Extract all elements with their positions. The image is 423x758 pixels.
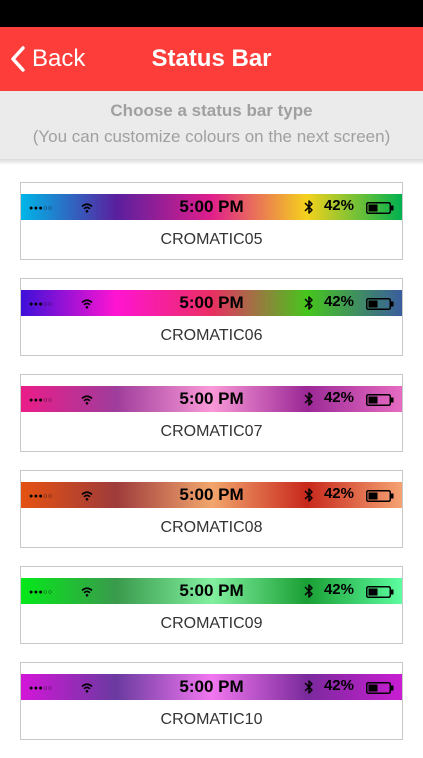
system-status-bar [0,0,423,27]
battery-icon [366,297,394,310]
option-label: CROMATIC07 [160,423,263,440]
status-bar-option[interactable]: ●●●○○ 5:00 PM 42% CROMATIC06 [20,278,403,356]
battery-icon [366,201,394,214]
battery-percent: 42% [323,677,354,694]
option-label: CROMATIC05 [160,231,263,248]
status-bar-preview: ●●●○○ 5:00 PM 42% [21,482,402,508]
instructions-subtext: (You can customize colours on the next s… [32,127,391,146]
option-label: CROMATIC08 [160,519,263,536]
instructions-heading: Choose a status bar type [110,101,313,120]
battery-icon [366,489,394,502]
option-label: CROMATIC10 [160,711,263,728]
battery-percent: 42% [323,485,354,502]
battery-percent: 42% [323,581,354,598]
status-bar-preview: ●●●○○ 5:00 PM 42% [21,194,402,220]
instructions-panel: Choose a status bar type (You can custom… [0,91,423,159]
battery-icon [366,681,394,694]
bluetooth-icon [304,199,314,220]
status-bar-preview: ●●●○○ 5:00 PM 42% [21,674,402,700]
status-bar-option[interactable]: ●●●○○ 5:00 PM 42% CROMATIC07 [20,374,403,452]
battery-percent: 42% [323,389,354,406]
status-bar-option[interactable]: ●●●○○ 5:00 PM 42% CROMATIC10 [20,662,403,740]
status-bar-option[interactable]: ●●●○○ 5:00 PM 42% CROMATIC09 [20,566,403,644]
option-label: CROMATIC06 [160,327,263,344]
battery-percent: 42% [323,293,354,310]
bluetooth-icon [304,295,314,316]
bluetooth-icon [304,391,314,412]
status-bar-option[interactable]: ●●●○○ 5:00 PM 42% CROMATIC08 [20,470,403,548]
battery-icon [366,585,394,598]
bluetooth-icon [304,487,314,508]
status-bar-preview: ●●●○○ 5:00 PM 42% [21,290,402,316]
bluetooth-icon [304,679,314,700]
battery-icon [366,393,394,406]
bluetooth-icon [304,583,314,604]
battery-percent: 42% [323,197,354,214]
status-bar-type-list: ●●●○○ 5:00 PM 42% CROMATIC05 ●●●○○ 5:00 PM 42%… [20,182,403,758]
option-label: CROMATIC09 [160,615,263,632]
status-bar-preview: ●●●○○ 5:00 PM 42% [21,386,402,412]
status-bar-option[interactable]: ●●●○○ 5:00 PM 42% CROMATIC05 [20,182,403,260]
status-bar-preview: ●●●○○ 5:00 PM 42% [21,578,402,604]
navigation-bar: Back Status Bar [0,27,423,91]
page-title: Status Bar [151,45,272,72]
divider [0,159,423,165]
